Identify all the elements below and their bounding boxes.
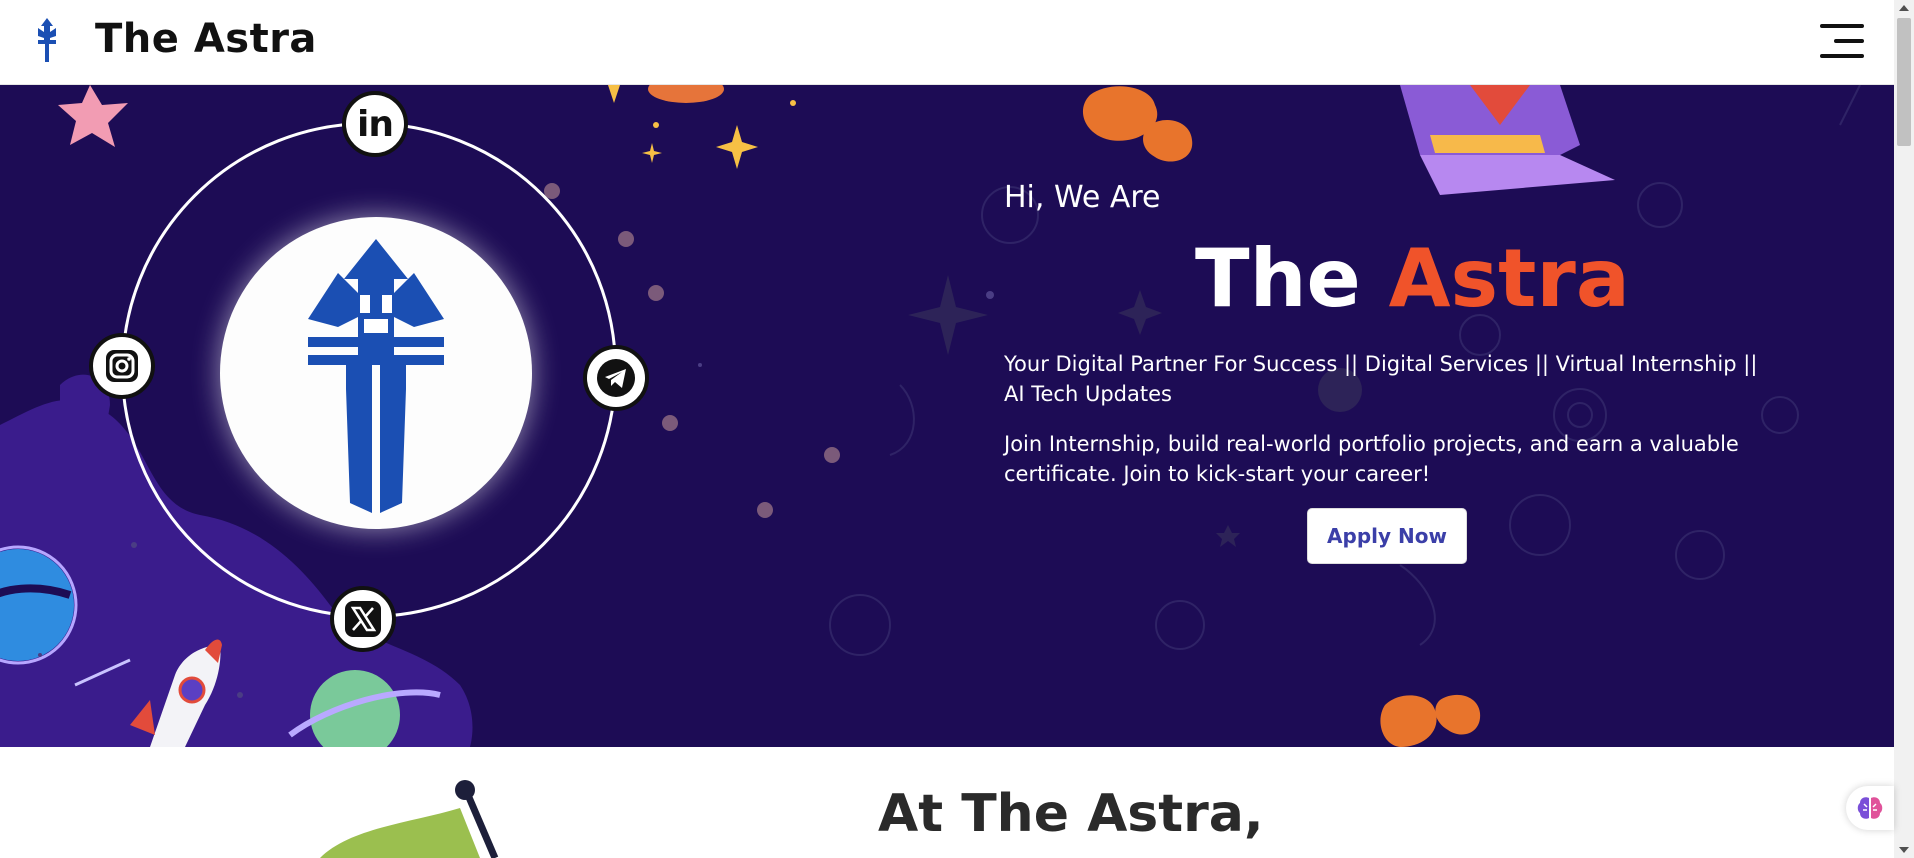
linkedin-button[interactable]: in: [342, 91, 408, 157]
instagram-icon: [106, 350, 138, 382]
apply-now-button[interactable]: Apply Now: [1307, 508, 1467, 564]
menu-line: [1820, 24, 1864, 28]
astra-trident-icon[interactable]: [32, 16, 62, 64]
brand-title[interactable]: The Astra: [95, 16, 317, 62]
page-scrollbar[interactable]: [1894, 0, 1914, 858]
linkedin-icon: in: [357, 103, 394, 145]
ai-brain-icon: [1857, 797, 1883, 819]
x-icon: [345, 601, 381, 637]
hero-title-part1: The: [1195, 232, 1389, 325]
scroll-thumb[interactable]: [1897, 18, 1911, 146]
scroll-down-arrow-icon[interactable]: [1894, 842, 1914, 858]
telegram-icon: [597, 359, 635, 397]
site-header: The Astra: [0, 0, 1894, 85]
hamburger-menu-icon[interactable]: [1818, 24, 1864, 60]
flag-illustration: [320, 780, 499, 858]
hero-intro-text: Hi, We Are: [1004, 180, 1161, 215]
menu-line: [1834, 39, 1864, 43]
hero-title: The Astra: [1195, 232, 1630, 325]
hero-section: in Hi, We Are The Astra Your Digital Par…: [0, 85, 1894, 747]
telegram-button[interactable]: [583, 345, 649, 411]
scroll-up-arrow-icon[interactable]: [1894, 0, 1914, 16]
astra-trident-icon: [308, 239, 444, 513]
ai-assistant-widget[interactable]: [1846, 786, 1894, 830]
menu-line: [1820, 54, 1864, 58]
section-title: At The Astra,: [878, 784, 1264, 844]
hero-title-accent: Astra: [1388, 232, 1630, 325]
hero-tagline: Your Digital Partner For Success || Digi…: [1004, 352, 1758, 406]
instagram-button[interactable]: [89, 333, 155, 399]
hero-description: Join Internship, build real-world portfo…: [1004, 432, 1739, 486]
x-twitter-button[interactable]: [330, 586, 396, 652]
